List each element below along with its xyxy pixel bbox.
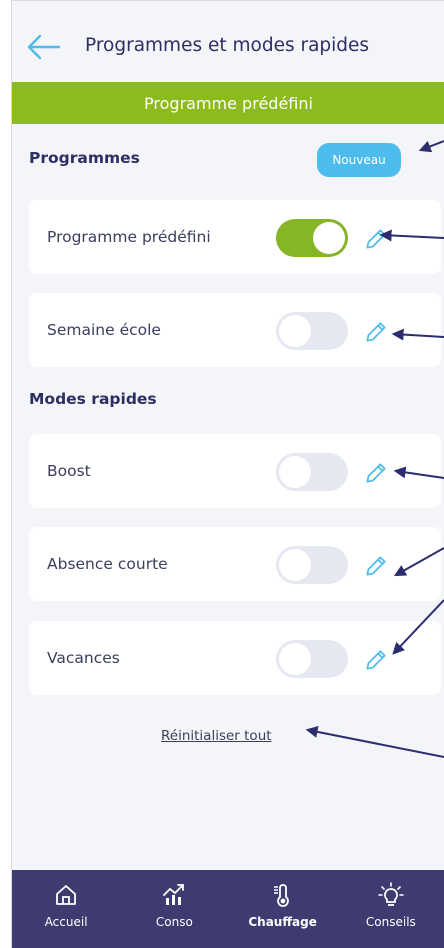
pencil-icon[interactable] <box>363 319 389 345</box>
program-label: Semaine école <box>47 321 161 339</box>
toggle-knob <box>279 643 311 675</box>
nav-item-chauffage[interactable]: Chauffage <box>229 870 337 948</box>
nav-label: Conseils <box>365 915 416 929</box>
pencil-icon[interactable] <box>363 226 389 252</box>
mode-card: Absence courte <box>29 527 441 601</box>
program-toggle[interactable] <box>276 219 348 257</box>
lightbulb-icon <box>378 882 404 906</box>
pencil-icon[interactable] <box>363 647 389 673</box>
page-title: Programmes et modes rapides <box>85 35 370 56</box>
toggle-knob <box>279 315 311 347</box>
program-label: Programme prédéfini <box>47 228 211 246</box>
chart-icon <box>163 884 185 905</box>
mode-toggle[interactable] <box>276 640 348 678</box>
program-card: Semaine école <box>29 293 441 367</box>
home-icon <box>56 885 77 905</box>
nav-item-conso[interactable]: Conso <box>120 870 228 948</box>
modes-section-title: Modes rapides <box>29 390 157 408</box>
toggle-knob <box>313 222 345 254</box>
mode-label: Boost <box>47 462 91 480</box>
mode-toggle[interactable] <box>276 546 348 584</box>
mode-toggle[interactable] <box>276 453 348 491</box>
active-program-banner: Programme prédéfini <box>12 82 444 124</box>
programmes-section-title: Programmes <box>29 149 140 167</box>
nav-item-accueil[interactable]: Accueil <box>12 870 120 948</box>
mode-label: Absence courte <box>47 555 168 573</box>
toggle-knob <box>279 456 311 488</box>
app-screen: Programmes et modes rapides Programme pr… <box>11 0 444 948</box>
pencil-icon[interactable] <box>363 553 389 579</box>
mode-label: Vacances <box>47 649 120 667</box>
bottom-nav: Accueil Conso Chauffage Conseils <box>12 870 444 948</box>
thermometer-icon <box>273 884 289 907</box>
mode-card: Boost <box>29 434 441 508</box>
nav-label: Accueil <box>44 915 88 929</box>
program-toggle[interactable] <box>276 312 348 350</box>
header: Programmes et modes rapides <box>12 1 444 81</box>
arrow-left-icon[interactable] <box>25 33 61 61</box>
mode-card: Vacances <box>29 621 441 695</box>
nav-label: Conso <box>155 915 193 929</box>
nav-item-conseils[interactable]: Conseils <box>337 870 444 948</box>
reset-all-link[interactable]: Réinitialiser tout <box>161 728 272 744</box>
pencil-icon[interactable] <box>363 460 389 486</box>
toggle-knob <box>279 549 311 581</box>
nav-label: Chauffage <box>248 915 317 929</box>
new-program-button[interactable]: Nouveau <box>317 143 401 177</box>
program-card: Programme prédéfini <box>29 200 441 274</box>
